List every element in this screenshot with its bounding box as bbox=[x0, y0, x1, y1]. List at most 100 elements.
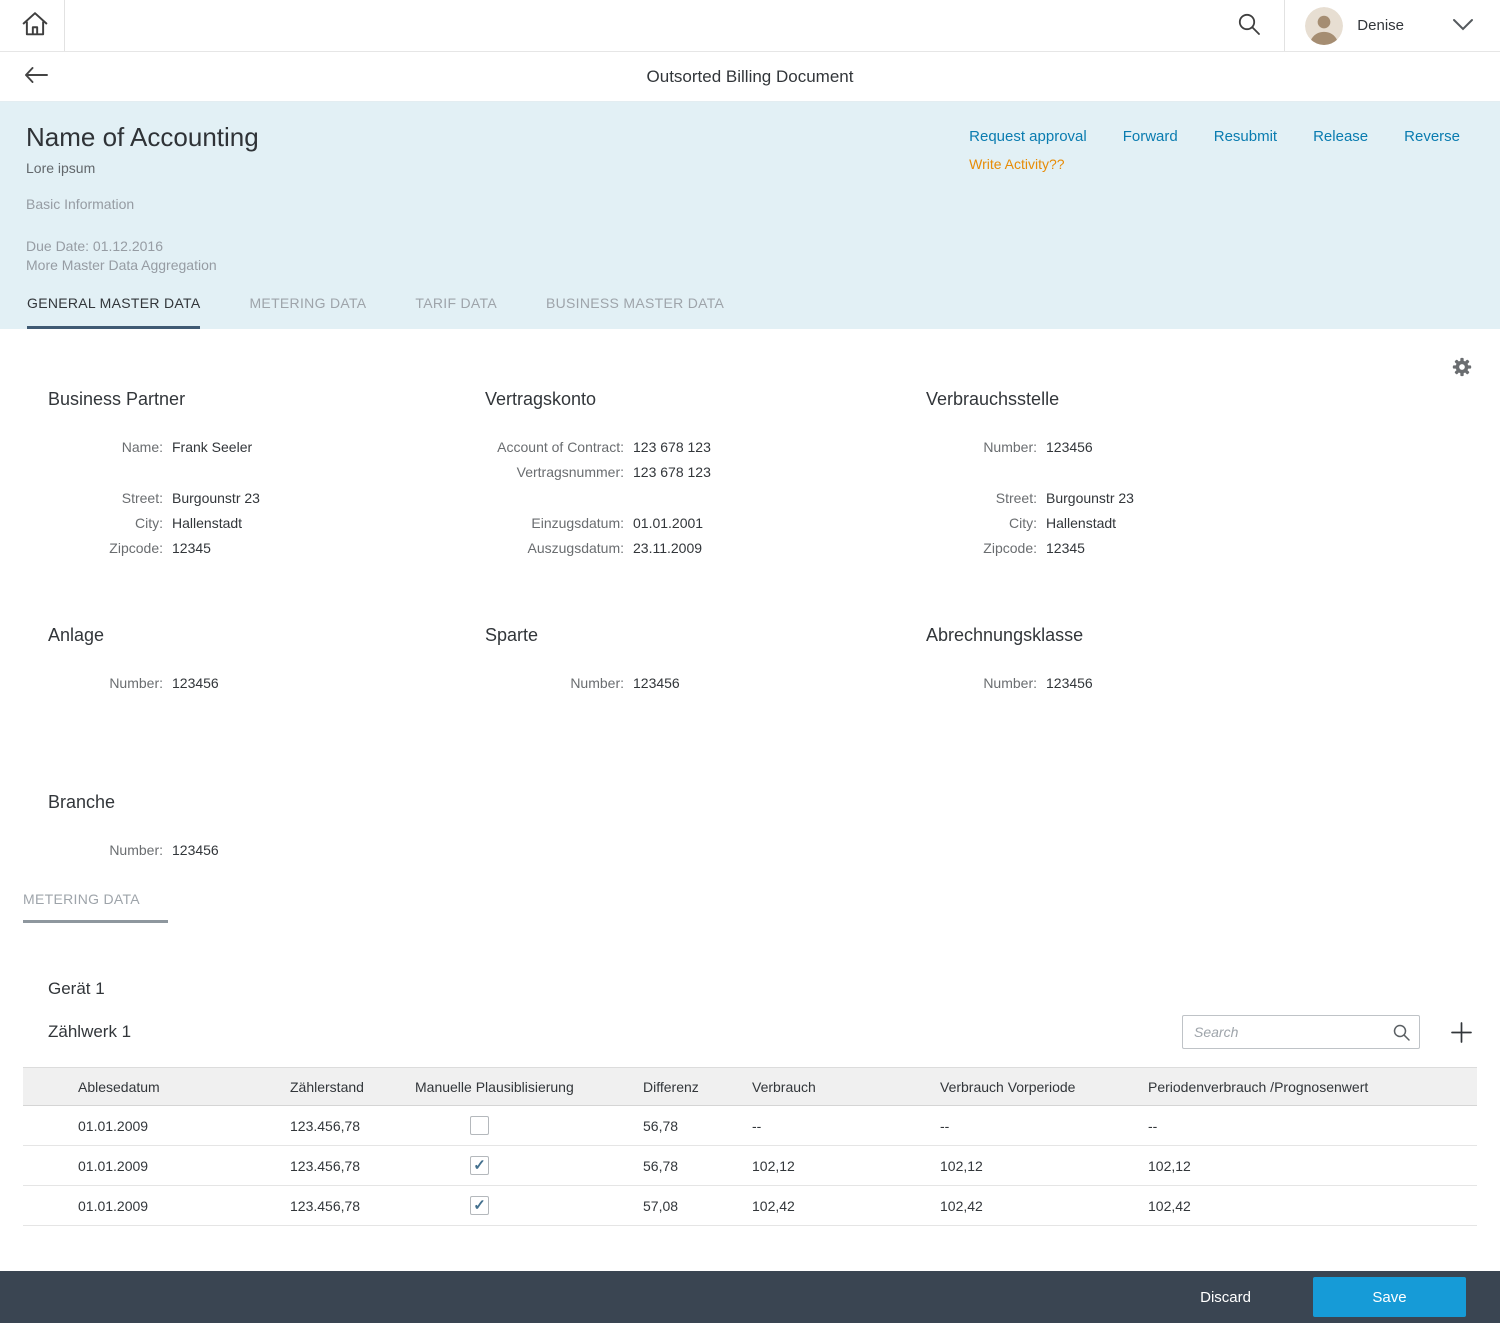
cell-ablesedatum: 01.01.2009 bbox=[23, 1186, 290, 1226]
field-label: Name: bbox=[48, 435, 172, 460]
field-city: City: Hallenstadt bbox=[48, 511, 485, 536]
resubmit-button[interactable]: Resubmit bbox=[1214, 128, 1277, 145]
due-date-label: Due Date: 01.12.2016 bbox=[26, 238, 259, 254]
field-value: Frank Seeler bbox=[172, 435, 252, 460]
user-menu[interactable]: Denise bbox=[1285, 0, 1410, 51]
cell-verbrauch: 102,12 bbox=[752, 1146, 940, 1186]
section-title-vertragskonto: Vertragskonto bbox=[485, 389, 926, 409]
section-anlage: Anlage Number: 123456 bbox=[48, 625, 485, 696]
cell-zaehlerstand: 123.456,78 bbox=[290, 1186, 415, 1226]
field-label: Einzugsdatum: bbox=[485, 511, 633, 536]
general-master-data-row-3: Branche Number: 123456 bbox=[23, 792, 1477, 863]
tab-business-master-data[interactable]: BUSINESS MASTER DATA bbox=[546, 295, 724, 329]
field-value: 123456 bbox=[633, 671, 680, 696]
field-label: City: bbox=[48, 511, 172, 536]
column-header-periodenverbrauch[interactable]: Periodenverbrauch /Prognosenwert bbox=[1148, 1068, 1477, 1106]
column-header-zaehlerstand[interactable]: Zählerstand bbox=[290, 1068, 415, 1106]
field-value: 01.01.2001 bbox=[633, 511, 703, 536]
search-button[interactable] bbox=[1214, 0, 1284, 51]
cell-ablesedatum: 01.01.2009 bbox=[23, 1106, 290, 1146]
settings-gear-button[interactable] bbox=[1452, 357, 1472, 377]
section-title-branche: Branche bbox=[48, 792, 485, 812]
field-einzugsdatum: Einzugsdatum: 01.01.2001 bbox=[485, 511, 926, 536]
aggregation-label: More Master Data Aggregation bbox=[26, 257, 259, 273]
table-row[interactable]: 01.01.2009 123.456,78 ✓ 56,78 -- -- -- bbox=[23, 1106, 1477, 1146]
register-toolbar: Zählwerk 1 bbox=[48, 1015, 1477, 1049]
add-row-button[interactable] bbox=[1446, 1017, 1477, 1048]
cell-zaehlerstand: 123.456,78 bbox=[290, 1106, 415, 1146]
field-number: Number: 123456 bbox=[48, 671, 485, 696]
field-label: Number: bbox=[48, 671, 172, 696]
release-button[interactable]: Release bbox=[1313, 128, 1368, 145]
field-street: Street: Burgounstr 23 bbox=[926, 486, 1477, 511]
field-label: Auszugsdatum: bbox=[485, 536, 633, 561]
field-label: City: bbox=[926, 511, 1046, 536]
field-number: Number: 123456 bbox=[926, 435, 1477, 460]
section-vertragskonto: Vertragskonto Account of Contract: 123 6… bbox=[485, 389, 926, 561]
metering-table: Ablesedatum Zählerstand Manuelle Plausib… bbox=[23, 1067, 1477, 1226]
chevron-down-icon bbox=[1452, 18, 1474, 34]
search-input[interactable] bbox=[1182, 1015, 1420, 1049]
field-group-spacer bbox=[926, 460, 1477, 486]
cell-zaehlerstand: 123.456,78 bbox=[290, 1146, 415, 1186]
column-header-verbrauch[interactable]: Verbrauch bbox=[752, 1068, 940, 1106]
cell-plausibilisierung: ✓ bbox=[415, 1146, 643, 1186]
save-button[interactable]: Save bbox=[1313, 1277, 1466, 1317]
field-number: Number: 123456 bbox=[926, 671, 1477, 696]
discard-button[interactable]: Discard bbox=[1200, 1289, 1251, 1306]
back-arrow-icon bbox=[24, 71, 48, 86]
back-button[interactable] bbox=[24, 67, 48, 86]
tab-general-master-data[interactable]: GENERAL MASTER DATA bbox=[27, 295, 200, 329]
column-header-differenz[interactable]: Differenz bbox=[643, 1068, 752, 1106]
cell-periodenverbrauch: -- bbox=[1148, 1106, 1477, 1146]
plausibilisierung-checkbox[interactable]: ✓ bbox=[470, 1156, 489, 1175]
object-subtitle: Lore ipsum bbox=[26, 160, 259, 176]
cell-differenz: 56,78 bbox=[643, 1106, 752, 1146]
section-title-business-partner: Business Partner bbox=[48, 389, 485, 409]
cell-differenz: 57,08 bbox=[643, 1186, 752, 1226]
field-value: Hallenstadt bbox=[172, 511, 242, 536]
field-value: 12345 bbox=[172, 536, 211, 561]
home-icon bbox=[22, 24, 48, 39]
field-account-of-contract: Account of Contract: 123 678 123 bbox=[485, 435, 926, 460]
object-header: Name of Accounting Lore ipsum Basic Info… bbox=[0, 102, 1500, 329]
search-icon bbox=[1236, 11, 1262, 40]
general-master-data-row-2: Anlage Number: 123456 Sparte Number: 123… bbox=[23, 625, 1477, 696]
forward-button[interactable]: Forward bbox=[1123, 128, 1178, 145]
tab-tarif-data[interactable]: TARIF DATA bbox=[415, 295, 497, 329]
table-row[interactable]: 01.01.2009 123.456,78 ✓ 57,08 102,42 102… bbox=[23, 1186, 1477, 1226]
cell-plausibilisierung: ✓ bbox=[415, 1106, 643, 1146]
plausibilisierung-checkbox[interactable]: ✓ bbox=[470, 1196, 489, 1215]
field-label: Street: bbox=[926, 486, 1046, 511]
user-menu-toggle[interactable] bbox=[1410, 0, 1482, 51]
tab-metering-data[interactable]: METERING DATA bbox=[249, 295, 366, 329]
object-title: Name of Accounting bbox=[26, 122, 259, 152]
plausibilisierung-checkbox[interactable]: ✓ bbox=[470, 1116, 489, 1135]
field-label: Street: bbox=[48, 486, 172, 511]
request-approval-button[interactable]: Request approval bbox=[969, 128, 1087, 145]
section-title-abrechnungsklasse: Abrechnungsklasse bbox=[926, 625, 1477, 645]
field-group-spacer bbox=[485, 485, 926, 511]
tab-bar: GENERAL MASTER DATA METERING DATA TARIF … bbox=[0, 295, 1500, 329]
table-row[interactable]: 01.01.2009 123.456,78 ✓ 56,78 102,12 102… bbox=[23, 1146, 1477, 1186]
field-label: Number: bbox=[926, 671, 1046, 696]
reverse-button[interactable]: Reverse bbox=[1404, 128, 1460, 145]
field-value: Burgounstr 23 bbox=[1046, 486, 1134, 511]
main-content: Business Partner Name: Frank Seeler Stre… bbox=[0, 329, 1500, 1271]
shell-separator bbox=[64, 0, 65, 51]
write-activity-link[interactable]: Write Activity?? bbox=[969, 156, 1064, 172]
field-value: 123456 bbox=[1046, 671, 1093, 696]
device-title: Gerät 1 bbox=[48, 979, 1477, 999]
search-icon[interactable] bbox=[1392, 1023, 1411, 1042]
cell-verbrauch: 102,42 bbox=[752, 1186, 940, 1226]
field-zipcode: Zipcode: 12345 bbox=[926, 536, 1477, 561]
field-value: 123 678 123 bbox=[633, 435, 711, 460]
column-header-verbrauch-vorperiode[interactable]: Verbrauch Vorperiode bbox=[940, 1068, 1148, 1106]
home-button[interactable] bbox=[22, 12, 48, 39]
shell-bar: Denise bbox=[0, 0, 1500, 52]
column-header-manuelle-plausiblisierung[interactable]: Manuelle Plausiblisierung bbox=[415, 1068, 643, 1106]
user-name: Denise bbox=[1357, 17, 1404, 34]
column-header-ablesedatum[interactable]: Ablesedatum bbox=[23, 1068, 290, 1106]
field-value: Burgounstr 23 bbox=[172, 486, 260, 511]
title-bar: Outsorted Billing Document bbox=[0, 52, 1500, 102]
